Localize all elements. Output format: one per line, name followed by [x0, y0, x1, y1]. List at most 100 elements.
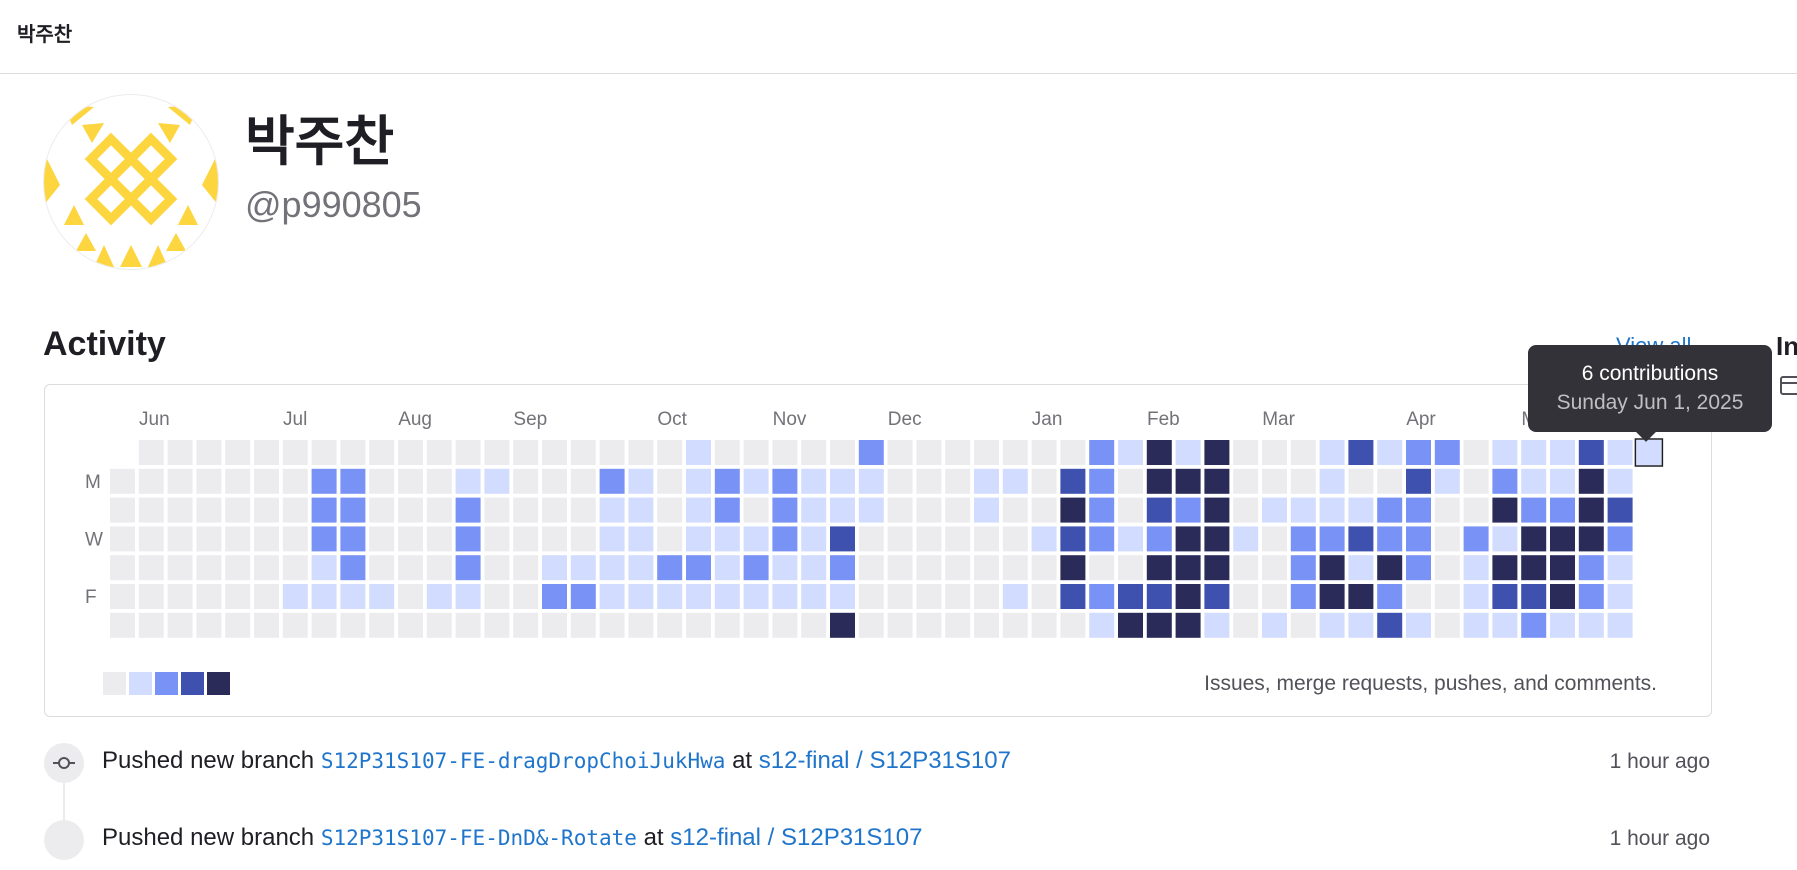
- contribution-day-cell[interactable]: [369, 526, 395, 552]
- contribution-day-cell[interactable]: [196, 584, 222, 609]
- contribution-day-cell[interactable]: [1377, 584, 1403, 609]
- contribution-day-cell[interactable]: [1118, 440, 1143, 465]
- contribution-day-cell[interactable]: [1607, 468, 1633, 494]
- contribution-day-cell[interactable]: [801, 526, 827, 552]
- contribution-day-cell[interactable]: [1406, 497, 1431, 523]
- contribution-day-cell[interactable]: [542, 555, 567, 581]
- contribution-day-cell[interactable]: [657, 526, 683, 552]
- contribution-day-cell[interactable]: [1204, 440, 1230, 465]
- contribution-day-cell[interactable]: [1002, 468, 1028, 494]
- contribution-day-cell[interactable]: [743, 555, 769, 581]
- contribution-day-cell[interactable]: [1348, 526, 1374, 552]
- contribution-day-cell[interactable]: [513, 440, 539, 465]
- contribution-day-cell[interactable]: [887, 497, 913, 523]
- contribution-day-cell[interactable]: [657, 497, 683, 523]
- contribution-day-cell[interactable]: [1262, 555, 1287, 581]
- contribution-day-cell[interactable]: [1434, 468, 1460, 494]
- contribution-day-cell[interactable]: [1377, 612, 1403, 638]
- contribution-day-cell[interactable]: [801, 555, 827, 581]
- contribution-day-cell[interactable]: [570, 468, 596, 494]
- contribution-day-cell[interactable]: [1636, 440, 1662, 465]
- contribution-day-cell[interactable]: [1031, 468, 1057, 494]
- contribution-day-cell[interactable]: [167, 555, 193, 581]
- contribution-day-cell[interactable]: [1089, 526, 1115, 552]
- contribution-day-cell[interactable]: [1175, 440, 1201, 465]
- contribution-day-cell[interactable]: [1060, 468, 1086, 494]
- contribution-day-cell[interactable]: [1348, 440, 1374, 465]
- contribution-day-cell[interactable]: [945, 584, 971, 609]
- contribution-day-cell[interactable]: [599, 584, 625, 609]
- contribution-day-cell[interactable]: [1233, 440, 1259, 465]
- contribution-day-cell[interactable]: [484, 584, 510, 609]
- contribution-day-cell[interactable]: [1089, 555, 1115, 581]
- contribution-day-cell[interactable]: [628, 468, 654, 494]
- contribution-day-cell[interactable]: [369, 584, 395, 609]
- contribution-day-cell[interactable]: [1002, 526, 1028, 552]
- contribution-day-cell[interactable]: [1463, 526, 1489, 552]
- contribution-day-cell[interactable]: [1031, 584, 1057, 609]
- contribution-day-cell[interactable]: [1550, 584, 1575, 609]
- contribution-day-cell[interactable]: [599, 612, 625, 638]
- contribution-day-cell[interactable]: [801, 612, 827, 638]
- contribution-day-cell[interactable]: [1463, 584, 1489, 609]
- contribution-day-cell[interactable]: [1118, 468, 1143, 494]
- contribution-day-cell[interactable]: [1262, 497, 1287, 523]
- contribution-day-cell[interactable]: [628, 440, 654, 465]
- contribution-day-cell[interactable]: [1002, 497, 1028, 523]
- contribution-day-cell[interactable]: [1262, 468, 1287, 494]
- contribution-day-cell[interactable]: [254, 468, 279, 494]
- contribution-day-cell[interactable]: [542, 526, 567, 552]
- contribution-day-cell[interactable]: [570, 584, 596, 609]
- contribution-day-cell[interactable]: [772, 468, 798, 494]
- contribution-day-cell[interactable]: [340, 468, 366, 494]
- contribution-day-cell[interactable]: [1578, 555, 1604, 581]
- contribution-day-cell[interactable]: [196, 555, 222, 581]
- contribution-day-cell[interactable]: [282, 440, 308, 465]
- contribution-day-cell[interactable]: [455, 612, 481, 638]
- contribution-day-cell[interactable]: [110, 555, 135, 581]
- contribution-day-cell[interactable]: [1406, 468, 1431, 494]
- contribution-day-cell[interactable]: [1550, 555, 1575, 581]
- contribution-day-cell[interactable]: [945, 468, 971, 494]
- contribution-day-cell[interactable]: [196, 612, 222, 638]
- contribution-day-cell[interactable]: [340, 526, 366, 552]
- contribution-day-cell[interactable]: [830, 612, 855, 638]
- contribution-day-cell[interactable]: [1550, 526, 1575, 552]
- contribution-day-cell[interactable]: [254, 584, 279, 609]
- contribution-day-cell[interactable]: [1146, 526, 1172, 552]
- contribution-day-cell[interactable]: [916, 612, 942, 638]
- contribution-day-cell[interactable]: [254, 497, 279, 523]
- contribution-day-cell[interactable]: [138, 612, 164, 638]
- contribution-day-cell[interactable]: [1204, 555, 1230, 581]
- contribution-day-cell[interactable]: [1377, 526, 1403, 552]
- contribution-day-cell[interactable]: [1262, 440, 1287, 465]
- contribution-day-cell[interactable]: [1290, 555, 1316, 581]
- contribution-day-cell[interactable]: [570, 440, 596, 465]
- contribution-day-cell[interactable]: [1233, 584, 1259, 609]
- contribution-day-cell[interactable]: [657, 440, 683, 465]
- contribution-day-cell[interactable]: [1319, 584, 1345, 609]
- contribution-day-cell[interactable]: [1175, 555, 1201, 581]
- contribution-day-cell[interactable]: [974, 468, 999, 494]
- contribution-day-cell[interactable]: [628, 526, 654, 552]
- contribution-day-cell[interactable]: [1146, 468, 1172, 494]
- contribution-day-cell[interactable]: [1492, 468, 1518, 494]
- contribution-day-cell[interactable]: [1233, 497, 1259, 523]
- contribution-day-cell[interactable]: [225, 526, 251, 552]
- contribution-day-cell[interactable]: [1607, 526, 1633, 552]
- contribution-day-cell[interactable]: [1060, 612, 1086, 638]
- contribution-day-cell[interactable]: [1492, 584, 1518, 609]
- contribution-day-cell[interactable]: [110, 584, 135, 609]
- contribution-day-cell[interactable]: [1521, 612, 1547, 638]
- contribution-day-cell[interactable]: [1060, 497, 1086, 523]
- contribution-day-cell[interactable]: [455, 468, 481, 494]
- contribution-day-cell[interactable]: [225, 584, 251, 609]
- contribution-day-cell[interactable]: [628, 497, 654, 523]
- contribution-day-cell[interactable]: [1204, 612, 1230, 638]
- contribution-day-cell[interactable]: [1406, 555, 1431, 581]
- contribution-day-cell[interactable]: [974, 555, 999, 581]
- contribution-day-cell[interactable]: [1578, 612, 1604, 638]
- contribution-day-cell[interactable]: [196, 468, 222, 494]
- contribution-day-cell[interactable]: [1348, 555, 1374, 581]
- contribution-day-cell[interactable]: [743, 497, 769, 523]
